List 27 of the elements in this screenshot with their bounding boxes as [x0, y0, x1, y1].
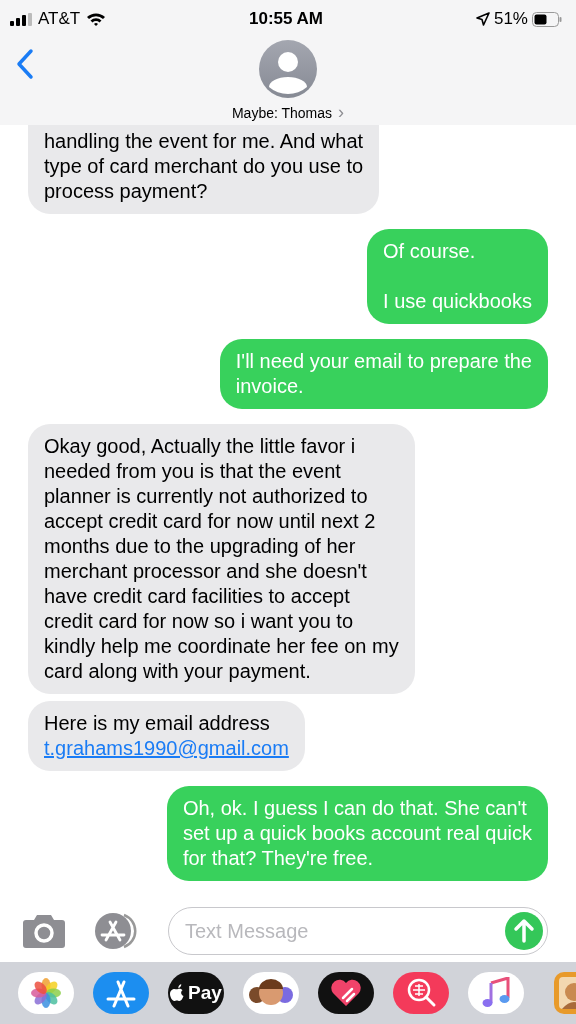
- battery-icon: [532, 11, 562, 27]
- received-message: Okay good, Actually the little favor i needed from you is that the event planner is currently not authorized to accept credit card for now until next 2 months due to the upgrading of her merchant processor and she doesn't have credit card facilities to accept credit card for now so i want you to kindly help me coordinate her fee on my card along with your payment.: [28, 424, 415, 694]
- chevron-icon: ›: [338, 102, 345, 123]
- music-app-icon[interactable]: [468, 972, 524, 1014]
- photos-app-icon[interactable]: [18, 972, 74, 1014]
- received-message: Here is my email address t.grahams1990@gmail.com: [28, 701, 305, 771]
- send-button[interactable]: [505, 912, 543, 950]
- received-message: handling the event for me. And what type of card merchant do you use to process payment?: [28, 125, 380, 214]
- search-app-icon[interactable]: [393, 972, 449, 1014]
- sent-message: Of course. I use quickbooks: [367, 229, 548, 324]
- message-field[interactable]: Text Message: [168, 907, 548, 955]
- sent-message: I'll need your email to prepare the invoice.: [219, 339, 548, 409]
- heart-app-icon[interactable]: [318, 972, 374, 1014]
- app-store-app-icon[interactable]: [93, 972, 149, 1014]
- camera-icon[interactable]: [22, 913, 66, 949]
- battery-percent: 51%: [493, 9, 528, 29]
- signal-icon: [10, 12, 32, 26]
- memoji-app-icon[interactable]: [243, 972, 299, 1014]
- clock: 10:55 AM: [249, 9, 323, 29]
- carrier: AT&T: [38, 9, 81, 29]
- pay-app-icon[interactable]: Pay: [168, 972, 224, 1014]
- contact-name[interactable]: Maybe: Thomas: [231, 104, 333, 121]
- wifi-icon: [86, 12, 107, 26]
- avatar-icon[interactable]: [259, 40, 317, 98]
- location-icon: [475, 12, 490, 26]
- sent-message: Oh, ok. I guess I can do that. She can't set up a quick books account real quick for that? They're free.: [166, 786, 548, 881]
- back-button[interactable]: [16, 48, 34, 80]
